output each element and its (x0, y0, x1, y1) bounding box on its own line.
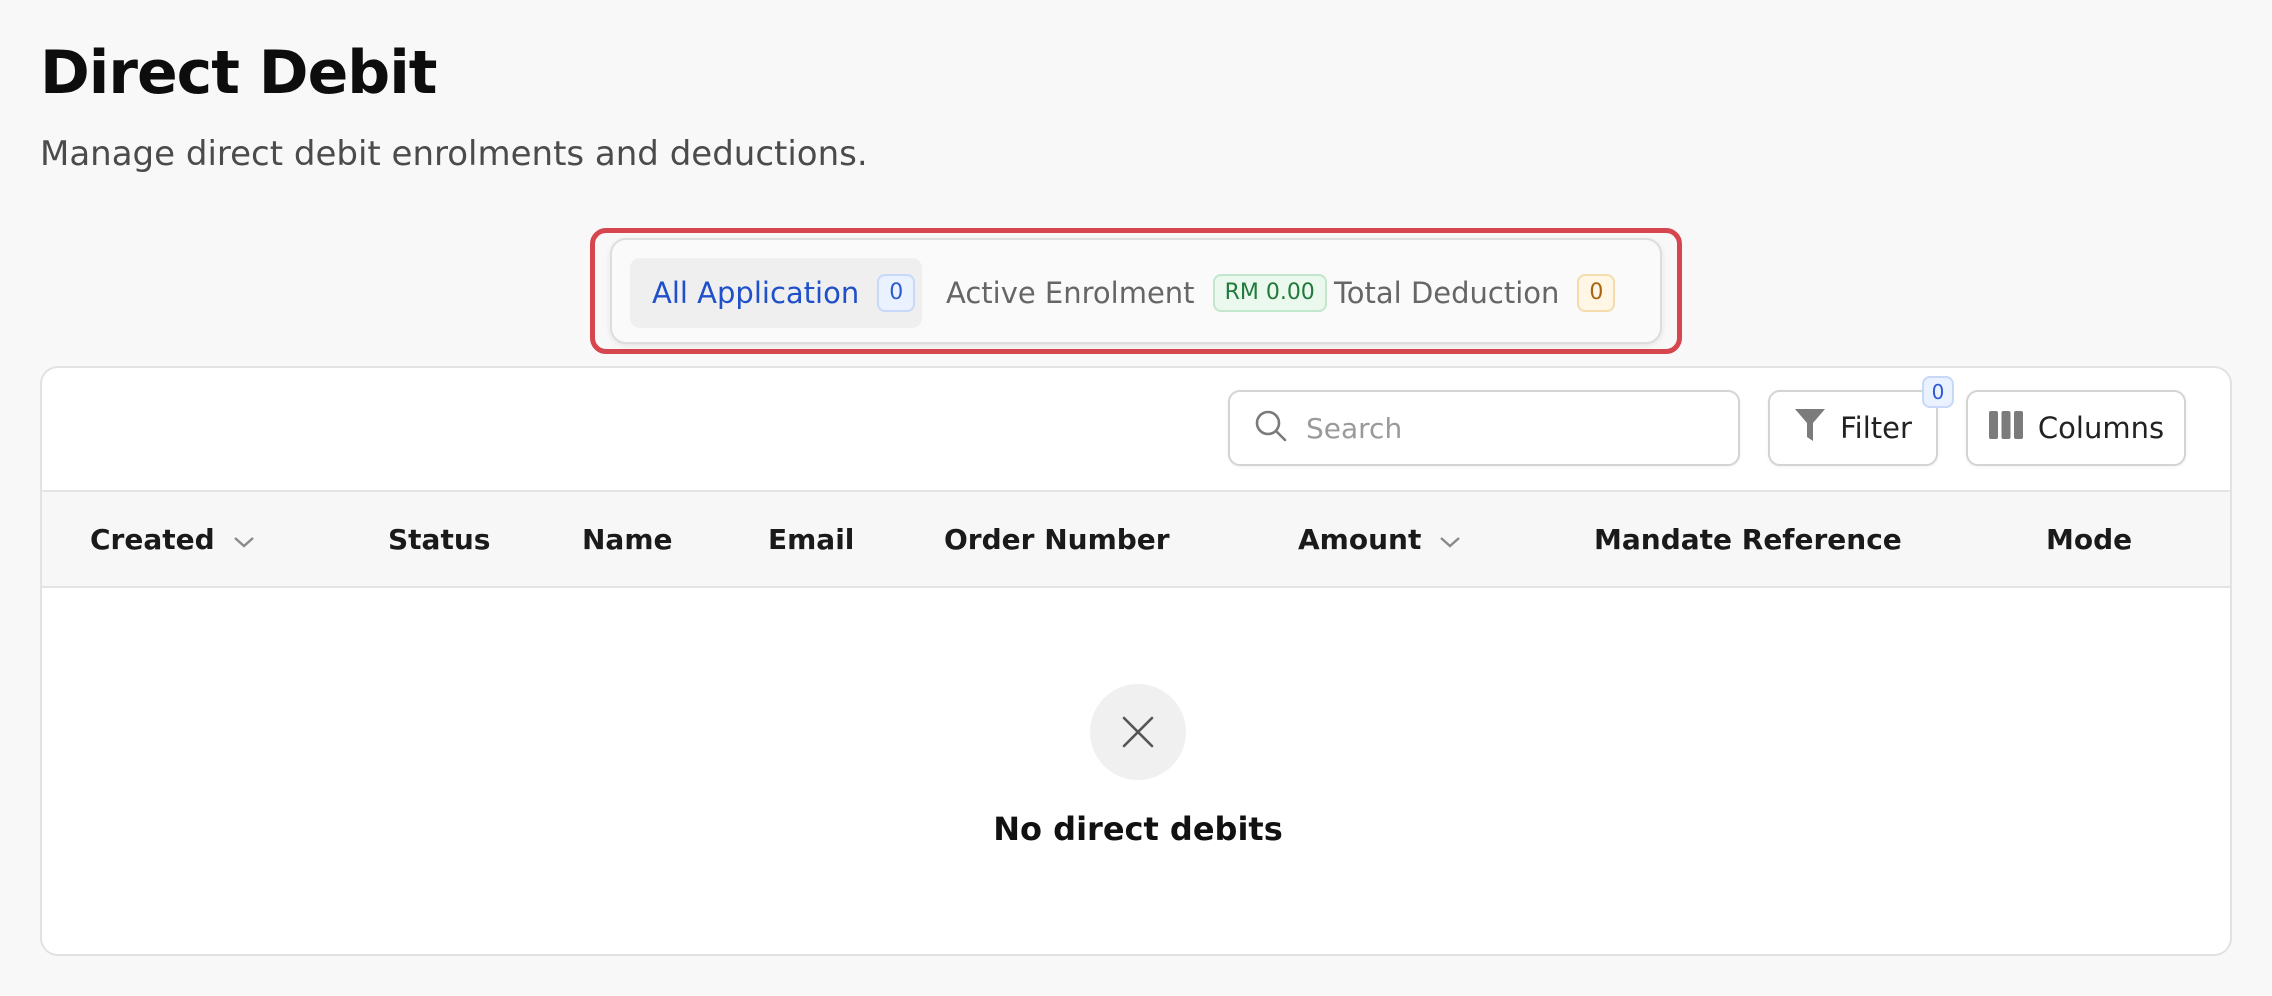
direct-debit-table-card: Filter 0 Columns Created (40, 366, 2232, 956)
tab-count-badge: 0 (1577, 274, 1616, 312)
column-header-label: Amount (1298, 522, 1422, 556)
table-header: Created Status Name Email Order Number A… (42, 490, 2230, 588)
table-toolbar: Filter 0 Columns (42, 368, 2230, 490)
page-subtitle: Manage direct debit enrolments and deduc… (40, 134, 868, 174)
tab-label: All Application (652, 276, 860, 310)
search-icon (1254, 409, 1288, 447)
column-header-label: Mode (2046, 522, 2133, 556)
column-header-label: Email (768, 522, 855, 556)
tab-amount-badge: RM 0.00 (1212, 274, 1327, 312)
tab-label: Total Deduction (1334, 276, 1560, 310)
column-header-label: Status (388, 522, 491, 556)
tab-label: Active Enrolment (946, 276, 1195, 310)
filter-label: Filter (1840, 411, 1912, 445)
filter-icon (1794, 407, 1826, 450)
page-title: Direct Debit (40, 38, 437, 108)
column-header-status: Status (388, 492, 490, 586)
column-header-name: Name (582, 492, 673, 586)
columns-label: Columns (2037, 411, 2165, 445)
empty-state-message: No direct debits (993, 810, 1283, 848)
column-header-order-number: Order Number (944, 492, 1170, 586)
column-header-created[interactable]: Created (90, 492, 255, 586)
tab-count-badge: 0 (877, 274, 916, 312)
filter-count-badge: 0 (1922, 376, 1954, 408)
columns-icon (1988, 410, 2024, 447)
chevron-down-icon (233, 523, 255, 556)
filter-button[interactable]: Filter (1768, 390, 1938, 466)
tab-active-enrolment[interactable]: Active Enrolment RM 0.00 (924, 258, 1327, 328)
tab-all-application[interactable]: All Application 0 (630, 258, 922, 328)
empty-state: No direct debits (42, 588, 2230, 954)
search-input[interactable] (1306, 411, 1726, 445)
column-header-label: Created (90, 522, 215, 556)
column-header-email: Email (768, 492, 854, 586)
search-box[interactable] (1228, 390, 1740, 466)
column-header-label: Mandate Reference (1594, 522, 1902, 556)
tab-bar: All Application 0 Active Enrolment RM 0.… (610, 238, 1662, 344)
chevron-down-icon (1439, 523, 1461, 556)
column-header-mode: Mode (2046, 492, 2132, 586)
page: Direct Debit Manage direct debit enrolme… (0, 0, 2272, 996)
close-icon (1090, 684, 1186, 780)
column-header-amount[interactable]: Amount (1298, 492, 1461, 586)
column-header-label: Order Number (944, 522, 1170, 556)
tab-total-deduction[interactable]: Total Deduction 0 (1312, 258, 1652, 328)
column-header-mandate-reference: Mandate Reference (1594, 492, 1902, 586)
column-header-label: Name (582, 522, 673, 556)
columns-button[interactable]: Columns (1966, 390, 2186, 466)
